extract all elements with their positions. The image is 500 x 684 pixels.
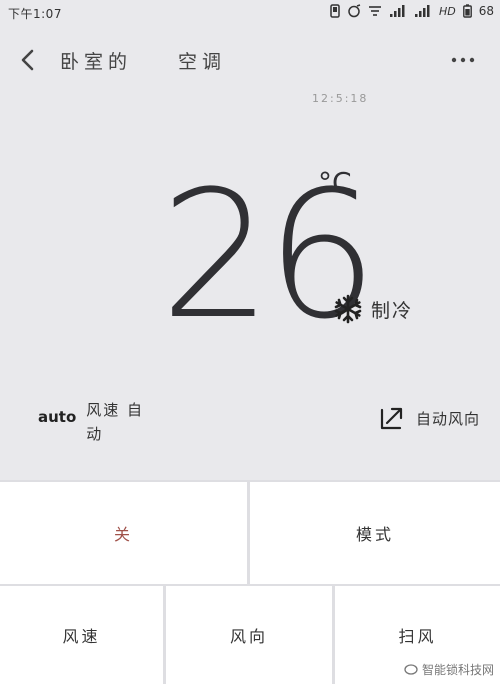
temperature-unit: °C — [318, 166, 352, 199]
direction-status: 自动风向 — [378, 404, 480, 432]
chat-bubble-icon — [404, 663, 418, 675]
alarm-icon — [348, 4, 361, 18]
wind-direction-button[interactable]: 风向 — [166, 586, 332, 684]
mode-label: 制冷 — [371, 299, 414, 322]
header: 卧室的 空调 — [0, 38, 500, 82]
control-grid: 关 模式 风速 风向 扫风 智能锁科技网 — [0, 480, 500, 684]
network-type: HD — [438, 4, 456, 18]
wifi-icon — [368, 6, 381, 16]
status-icons: HD 68 — [330, 4, 494, 18]
watermark: 智能锁科技网 — [404, 661, 494, 678]
device-type: 空调 — [178, 51, 227, 73]
battery-level: 68 — [478, 4, 494, 18]
snowflake-icon — [334, 294, 362, 324]
status-bar: 下午1:07 HD 68 — [0, 0, 500, 28]
status-time: 下午1:07 — [8, 7, 62, 21]
signal-icon — [389, 5, 405, 17]
more-icon[interactable] — [448, 46, 478, 74]
fan-status-label: 风速 自动 — [86, 401, 145, 443]
auto-tag: auto — [38, 408, 77, 426]
fan-status: auto 风速 自动 — [38, 398, 160, 446]
swing-arrow-icon — [380, 407, 403, 430]
watermark-text: 智能锁科技网 — [421, 663, 494, 677]
ac-control-page: 下午1:07 HD 68 卧室的 空调 12:5:18 26 °C 制冷 aut… — [0, 0, 500, 684]
signal-icon-2 — [414, 5, 430, 17]
mode-indicator: 制冷 — [333, 294, 413, 324]
direction-label: 自动风向 — [416, 409, 481, 428]
battery-icon — [462, 4, 472, 18]
phone-icon — [330, 4, 340, 18]
back-icon[interactable] — [14, 46, 42, 74]
fan-speed-button[interactable]: 风速 — [0, 586, 163, 684]
device-name: 卧室的 — [60, 51, 133, 73]
sync-time: 12:5:18 — [312, 92, 369, 105]
power-button[interactable]: 关 — [0, 482, 247, 584]
mode-button[interactable]: 模式 — [250, 482, 500, 584]
